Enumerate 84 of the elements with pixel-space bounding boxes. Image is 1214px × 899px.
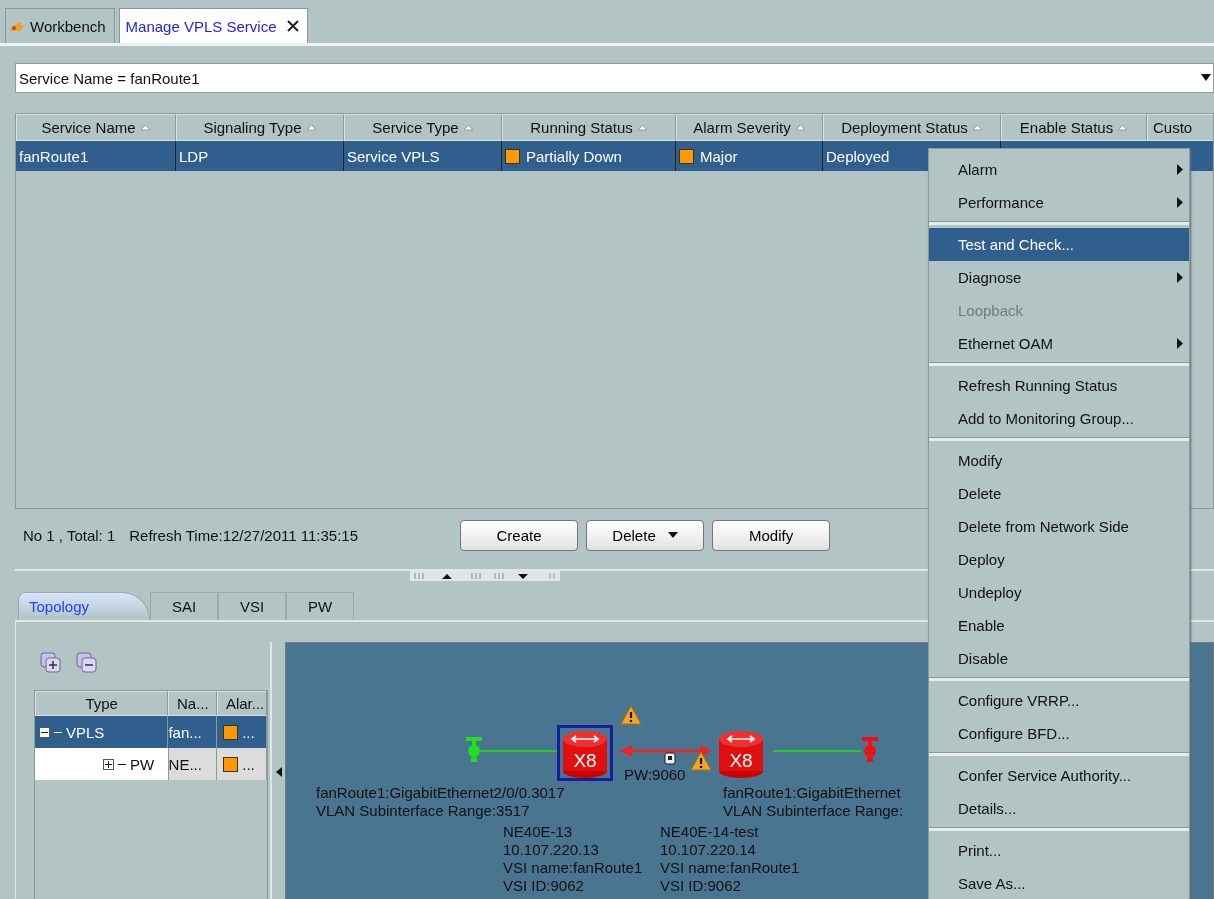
menu-item[interactable]: Performance [929,186,1189,219]
menu-item[interactable]: Delete from Network Side [929,510,1189,543]
column-header[interactable]: Service Name [16,114,176,141]
menu-item[interactable]: Confer Service Authority... [929,759,1189,792]
action-button[interactable]: Create [460,519,579,551]
column-header[interactable]: Running Status [502,114,676,141]
menu-item[interactable]: Refresh Running Status [929,369,1189,402]
tree-row[interactable]: VPLS fan... ... [35,716,267,748]
router-icon [562,729,608,779]
menu-item[interactable]: Save As... [929,867,1189,899]
tab[interactable]: SAI [150,592,218,620]
node-info-label: NE40E-14-test [660,823,760,841]
node-info-label: VSI name:fanRoute1 [660,859,800,877]
tree-label: PW [130,755,155,773]
table-cell: ... [242,723,255,741]
column-header[interactable]: Deployment Status [823,114,1001,141]
expand-icon[interactable] [103,758,114,770]
router-icon [718,729,764,779]
menu-item[interactable]: Configure BFD... [929,717,1189,750]
table-cell: fan... [168,723,202,741]
tab[interactable]: Topology [18,592,150,620]
table-cell: Major [700,147,738,165]
column-header[interactable]: Signaling Type [176,114,344,141]
collapse-panel-icon[interactable] [275,766,282,777]
port-label: fanRoute1:GigabitEthernet [723,784,902,802]
menu-item[interactable]: Print... [929,834,1189,867]
collapse-icon[interactable] [39,726,50,738]
tree-row[interactable]: PW NE... ... [35,748,267,780]
close-icon[interactable] [286,20,299,32]
node-info-label: 10.107.220.13 [503,841,600,859]
menu-item[interactable]: Deploy [929,543,1189,576]
column-header[interactable]: Enable Status [1001,114,1147,141]
tab[interactable]: PW [286,592,354,620]
tab[interactable]: VSI [218,592,286,620]
menu-item[interactable]: Modify [929,444,1189,477]
table-cell: Partially Down [526,147,622,165]
menu-item[interactable]: Undeploy [929,576,1189,609]
node-info-label: VSI name:fanRoute1 [503,859,643,877]
action-button[interactable]: Delete [586,519,705,551]
node-info-label: 10.107.220.14 [660,841,757,859]
router-node[interactable]: X8 [713,725,769,781]
action-button[interactable]: Modify [712,519,831,551]
dropdown-icon[interactable] [1201,74,1211,82]
table-cell: Deployed [826,147,890,165]
node-info-label: VSI ID:9062 [503,877,585,895]
column-header[interactable]: Alar... [217,691,267,716]
port-label: VLAN Subinterface Range: [723,802,904,820]
filter-field[interactable]: Service Name = fanRoute1 [15,63,1214,93]
record-count: No 1 , Total: 1 [23,526,116,544]
table-cell: Service VPLS [347,147,440,165]
node-label: X8 [729,750,753,772]
refresh-time: Refresh Time:12/27/2011 11:35:15 [129,526,359,544]
menu-item[interactable]: Details... [929,792,1189,825]
port-label: fanRoute1:GigabitEthernet2/0/0.3017 [316,784,565,802]
tab[interactable]: Workbench [5,8,115,43]
expand-all-icon[interactable] [40,652,62,674]
menu-item[interactable]: Delete [929,477,1189,510]
menu-item[interactable]: Add to Monitoring Group... [929,402,1189,435]
column-header[interactable]: Type [35,691,169,716]
port-icon[interactable] [465,737,483,763]
port-label: VLAN Subinterface Range:3517 [316,802,531,820]
table-cell: NE... [168,755,202,773]
node-info-label: VSI ID:9062 [660,877,742,895]
menu-item[interactable]: Ethernet OAM [929,327,1189,360]
menu-item[interactable]: Enable [929,609,1189,642]
column-header[interactable]: Na... [168,691,218,716]
pseudowire-icon [664,752,676,765]
menu-item[interactable]: Test and Check... [929,228,1189,261]
table-cell: fanRoute1 [19,147,89,165]
menu-item[interactable]: Configure VRRP... [929,684,1189,717]
node-info-label: NE40E-13 [503,823,574,841]
menu-item[interactable]: Diagnose [929,261,1189,294]
column-header[interactable]: Service Type [344,114,502,141]
splitter-handle-icon[interactable] [409,571,560,581]
router-node[interactable]: X8 [557,725,613,781]
pseudowire-label: PW:9060 [624,766,686,784]
table-cell: ... [242,755,255,773]
tree-label: VPLS [66,723,105,741]
menu-item[interactable]: Disable [929,642,1189,675]
column-header[interactable]: Alarm Severity [676,114,823,141]
tab[interactable]: Manage VPLS Service [118,8,308,43]
node-label: X8 [573,750,597,772]
table-cell: LDP [179,147,209,165]
collapse-all-icon[interactable] [76,652,98,674]
